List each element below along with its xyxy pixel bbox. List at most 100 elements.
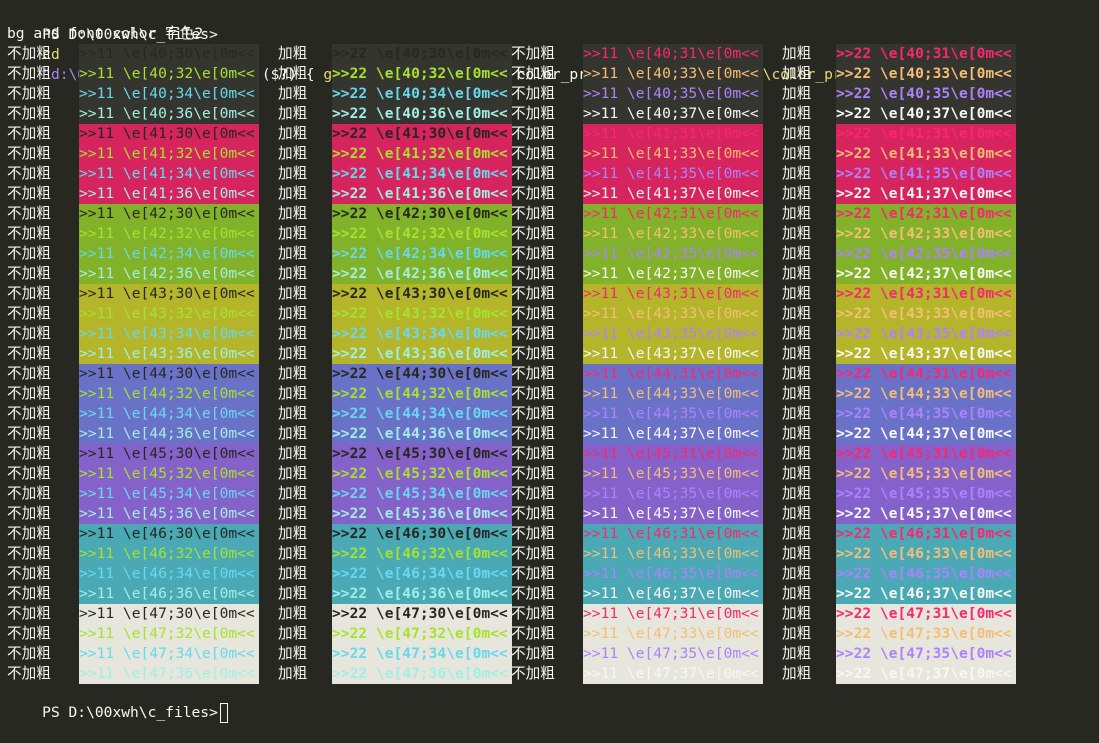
plain-cell: 不加粗 >>11 \e[46;32\e[0m<< [7,544,259,564]
row-prefix-label: 加粗 [782,145,812,162]
plain-cell: 不加粗 >>11 \e[44;32\e[0m<< [7,384,259,404]
color-sample-43-34: >>22 \e[43;34\e[0m<< [332,324,512,344]
plain-cell: 不加粗 >>11 \e[45;33\e[0m<< [511,464,763,484]
row-prefix-label: 加粗 [278,665,308,682]
plain-cell: 不加粗 >>11 \e[40;35\e[0m<< [511,84,763,104]
bold-cell: 加粗 >>22 \e[43;35\e[0m<< [782,324,1016,344]
bold-cell: 加粗 >>22 \e[44;30\e[0m<< [278,364,512,384]
plain-cell: 不加粗 >>11 \e[43;37\e[0m<< [511,344,763,364]
color-sample-47-30: >>22 \e[47;30\e[0m<< [332,604,512,624]
color-sample-43-32: >>11 \e[43;32\e[0m<< [79,304,259,324]
color-sample-42-32: >>11 \e[42;32\e[0m<< [79,224,259,244]
color-sample-42-33: >>11 \e[42;33\e[0m<< [583,224,763,244]
plain-cell: 不加粗 >>11 \e[41;35\e[0m<< [511,164,763,184]
plain-cell: 不加粗 >>11 \e[47;32\e[0m<< [7,624,259,644]
row-prefix-label: 不加粗 [511,465,555,482]
bold-cell: 加粗 >>22 \e[45;32\e[0m<< [278,464,512,484]
row-prefix-label: 加粗 [782,485,812,502]
color-sample-46-33: >>11 \e[46;33\e[0m<< [583,544,763,564]
bold-cell: 加粗 >>22 \e[40;35\e[0m<< [782,84,1016,104]
color-sample-44-36: >>22 \e[44;36\e[0m<< [332,424,512,444]
row-prefix-label: 加粗 [782,625,812,642]
terminal-window[interactable]: PS D:\00xwh\c_files> cd "d:\00xwh\c_file… [7,0,1099,723]
color-sample-47-32: >>11 \e[47;32\e[0m<< [79,624,259,644]
plain-cell: 不加粗 >>11 \e[40;33\e[0m<< [511,64,763,84]
row-prefix-label: 加粗 [278,405,308,422]
row-prefix-label: 加粗 [782,265,812,282]
row-prefix-label: 不加粗 [7,345,51,362]
plain-cell: 不加粗 >>11 \e[46;37\e[0m<< [511,584,763,604]
row-prefix-label: 不加粗 [511,45,555,62]
color-sample-41-33: >>22 \e[41;33\e[0m<< [836,144,1016,164]
bold-cell: 加粗 >>22 \e[41;36\e[0m<< [278,184,512,204]
row-prefix-label: 不加粗 [511,145,555,162]
row-prefix-label: 不加粗 [511,305,555,322]
row-prefix-label: 不加粗 [511,505,555,522]
bold-cell: 加粗 >>22 \e[40;30\e[0m<< [278,44,512,64]
row-prefix-label: 不加粗 [511,105,555,122]
bold-cell: 加粗 >>22 \e[46;30\e[0m<< [278,524,512,544]
plain-cell: 不加粗 >>11 \e[40;30\e[0m<< [7,44,259,64]
row-prefix-label: 不加粗 [7,445,51,462]
color-sample-45-33: >>22 \e[45;33\e[0m<< [836,464,1016,484]
row-prefix-label: 不加粗 [511,645,555,662]
color-sample-40-34: >>11 \e[40;34\e[0m<< [79,84,259,104]
plain-cell: 不加粗 >>11 \e[47;34\e[0m<< [7,644,259,664]
color-sample-41-31: >>22 \e[41;31\e[0m<< [836,124,1016,144]
color-sample-40-37: >>11 \e[40;37\e[0m<< [583,104,763,124]
color-sample-43-30: >>11 \e[43;30\e[0m<< [79,284,259,304]
bold-cell: 加粗 >>22 \e[40;37\e[0m<< [782,104,1016,124]
color-sample-41-37: >>22 \e[41;37\e[0m<< [836,184,1016,204]
row-prefix-label: 加粗 [782,645,812,662]
bold-cell: 加粗 >>22 \e[46;35\e[0m<< [782,564,1016,584]
plain-cell: 不加粗 >>11 \e[44;31\e[0m<< [511,364,763,384]
row-prefix-label: 不加粗 [7,145,51,162]
row-prefix-label: 加粗 [278,545,308,562]
color-sample-46-36: >>11 \e[46;36\e[0m<< [79,584,259,604]
color-sample-46-35: >>22 \e[46;35\e[0m<< [836,564,1016,584]
bold-cell: 加粗 >>22 \e[42;30\e[0m<< [278,204,512,224]
color-sample-40-34: >>22 \e[40;34\e[0m<< [332,84,512,104]
color-sample-46-37: >>11 \e[46;37\e[0m<< [583,584,763,604]
color-sample-42-36: >>22 \e[42;36\e[0m<< [332,264,512,284]
row-prefix-label: 不加粗 [511,445,555,462]
row-prefix-label: 不加粗 [7,285,51,302]
row-prefix-label: 加粗 [278,445,308,462]
plain-cell: 不加粗 >>11 \e[42;32\e[0m<< [7,224,259,244]
plain-cell: 不加粗 >>11 \e[43;36\e[0m<< [7,344,259,364]
color-sample-46-34: >>11 \e[46;34\e[0m<< [79,564,259,584]
bold-cell: 加粗 >>22 \e[42;35\e[0m<< [782,244,1016,264]
table-row: 不加粗 >>11 \e[40;30\e[0m<< 加粗 >>22 \e[40;30\e… [7,44,1099,64]
color-sample-47-30: >>11 \e[47;30\e[0m<< [79,604,259,624]
color-sample-44-30: >>22 \e[44;30\e[0m<< [332,364,512,384]
plain-cell: 不加粗 >>11 \e[41;36\e[0m<< [7,184,259,204]
row-prefix-label: 不加粗 [511,325,555,342]
plain-cell: 不加粗 >>11 \e[45;35\e[0m<< [511,484,763,504]
color-sample-44-37: >>22 \e[44;37\e[0m<< [836,424,1016,444]
color-sample-44-36: >>11 \e[44;36\e[0m<< [79,424,259,444]
bold-cell: 加粗 >>22 \e[47;33\e[0m<< [782,624,1016,644]
color-sample-41-34: >>22 \e[41;34\e[0m<< [332,164,512,184]
row-prefix-label: 不加粗 [7,305,51,322]
row-prefix-label: 不加粗 [511,665,555,682]
final-shell-prompt: PS D:\00xwh\c_files> [42,704,218,721]
row-prefix-label: 不加粗 [511,625,555,642]
cursor-icon [219,703,228,723]
row-prefix-label: 不加粗 [7,325,51,342]
table-row: 不加粗 >>11 \e[47;30\e[0m<< 加粗 >>22 \e[47;30\e… [7,604,1099,624]
plain-cell: 不加粗 >>11 \e[43;32\e[0m<< [7,304,259,324]
row-prefix-label: 加粗 [782,565,812,582]
row-prefix-label: 不加粗 [7,405,51,422]
table-row: 不加粗 >>11 \e[46;30\e[0m<< 加粗 >>22 \e[46;30\e… [7,524,1099,544]
row-prefix-label: 不加粗 [511,205,555,222]
table-row: 不加粗 >>11 \e[40;32\e[0m<< 加粗 >>22 \e[40;32\e… [7,64,1099,84]
row-prefix-label: 加粗 [782,665,812,682]
final-prompt-line[interactable]: PS D:\00xwh\c_files> [7,683,228,723]
color-sample-42-35: >>11 \e[42;35\e[0m<< [583,244,763,264]
table-row: 不加粗 >>11 \e[45;32\e[0m<< 加粗 >>22 \e[45;32\e… [7,464,1099,484]
bold-cell: 加粗 >>22 \e[47;36\e[0m<< [278,664,512,684]
plain-cell: 不加粗 >>11 \e[42;37\e[0m<< [511,264,763,284]
bold-cell: 加粗 >>22 \e[42;31\e[0m<< [782,204,1016,224]
row-prefix-label: 加粗 [278,605,308,622]
bold-cell: 加粗 >>22 \e[44;32\e[0m<< [278,384,512,404]
